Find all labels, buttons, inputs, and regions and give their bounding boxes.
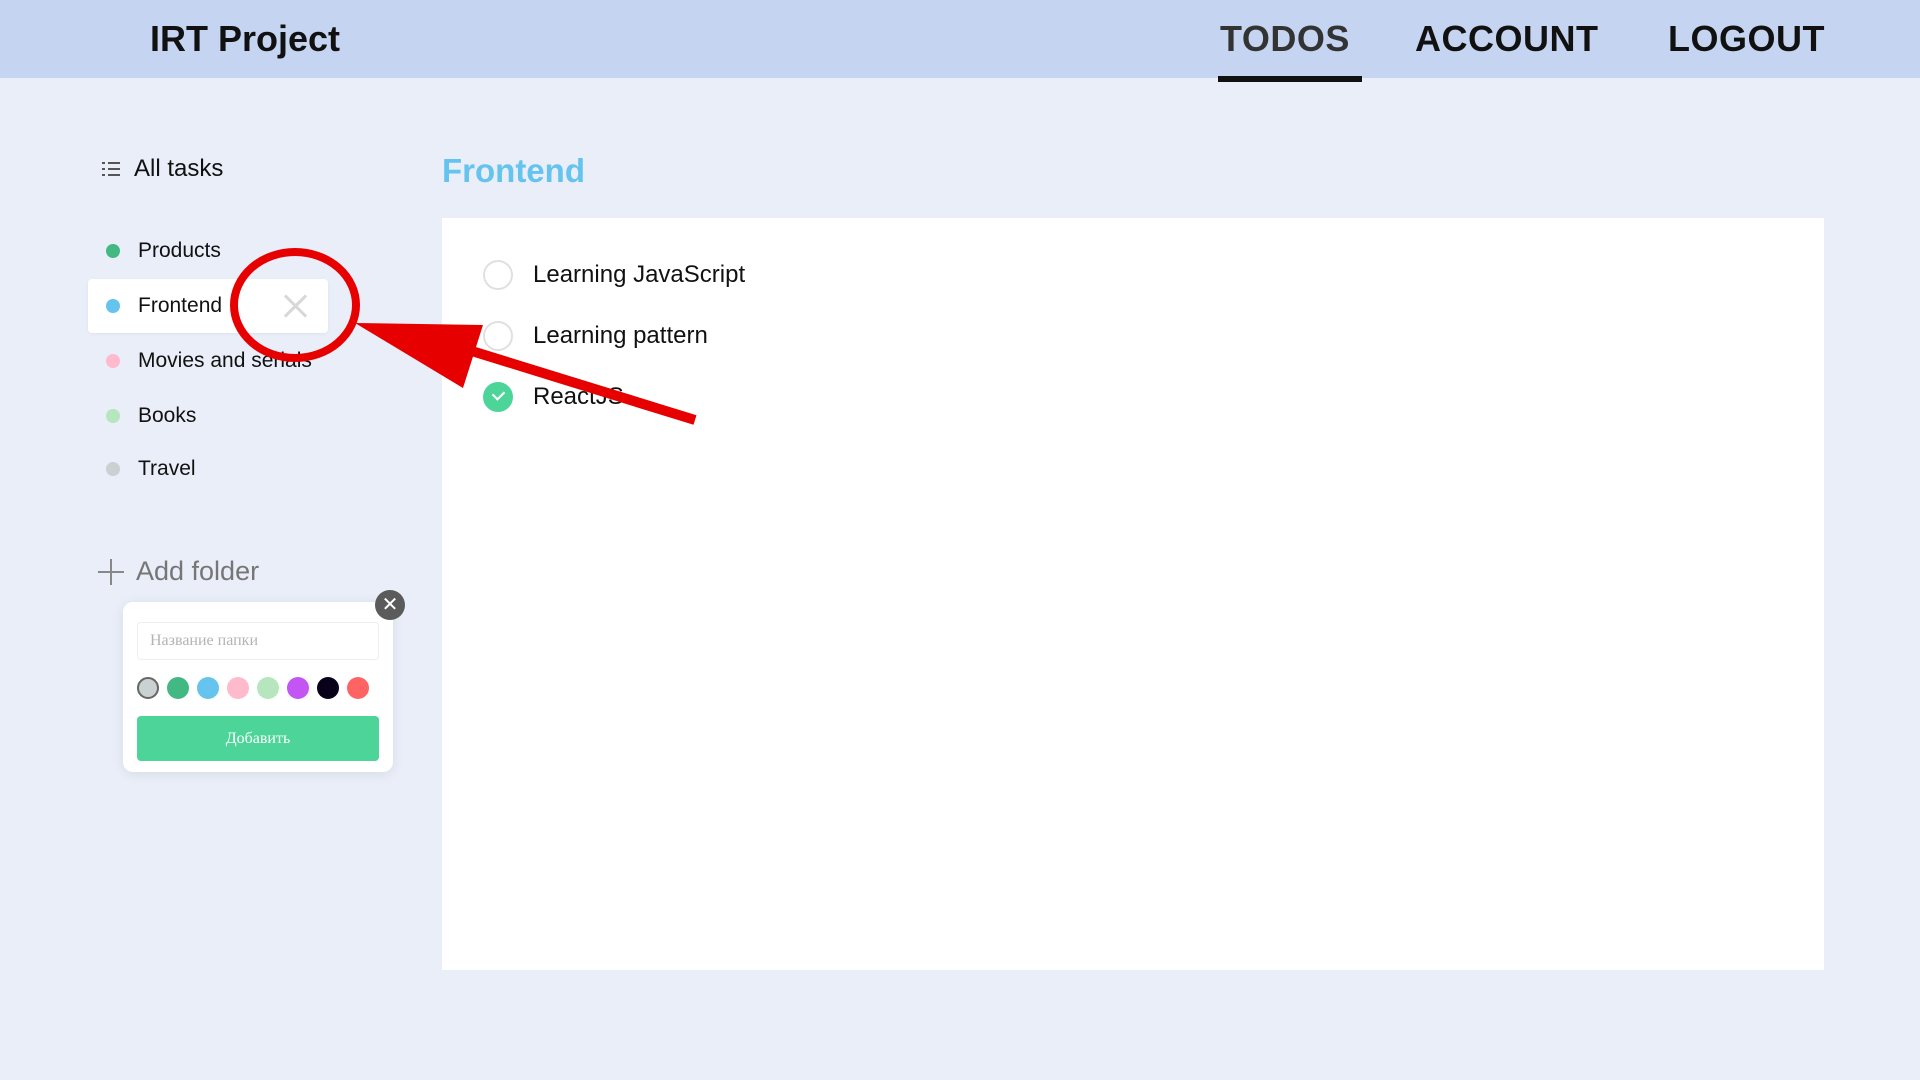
folder-label: Frontend bbox=[138, 294, 223, 317]
folder-label: Movies and serials bbox=[138, 349, 312, 372]
color-swatch-red[interactable] bbox=[347, 677, 369, 699]
delete-folder-icon[interactable] bbox=[282, 293, 308, 319]
color-swatch-pink[interactable] bbox=[227, 677, 249, 699]
sidebar-item-frontend[interactable]: Frontend bbox=[88, 279, 328, 333]
list-icon bbox=[102, 160, 122, 178]
sidebar-item-products[interactable]: Products bbox=[88, 224, 328, 278]
top-header: IRT Project TODOS ACCOUNT LOGOUT bbox=[0, 0, 1920, 82]
add-folder-label: Add folder bbox=[136, 556, 260, 586]
nav-logout[interactable]: LOGOUT bbox=[1668, 18, 1825, 60]
page-title: Frontend bbox=[442, 152, 585, 189]
color-swatch-green[interactable] bbox=[167, 677, 189, 699]
folder-label: Books bbox=[138, 404, 197, 427]
task-text: Learning JavaScript bbox=[533, 261, 746, 288]
sidebar-item-movies[interactable]: Movies and serials bbox=[88, 334, 328, 388]
app-brand: IRT Project bbox=[150, 18, 341, 59]
color-swatch-grey[interactable] bbox=[137, 677, 159, 699]
nav-account[interactable]: ACCOUNT bbox=[1415, 18, 1598, 60]
folder-label: Travel bbox=[138, 457, 196, 480]
color-swatch-light-green[interactable] bbox=[257, 677, 279, 699]
folder-color-dot bbox=[106, 462, 120, 476]
all-tasks-label: All tasks bbox=[134, 155, 224, 182]
folder-label: Products bbox=[138, 239, 221, 262]
color-swatch-black[interactable] bbox=[317, 677, 339, 699]
add-folder-button[interactable]: Add folder bbox=[98, 556, 259, 587]
plus-icon bbox=[98, 558, 124, 585]
nav-todos[interactable]: TODOS bbox=[1220, 18, 1350, 60]
close-popup-icon[interactable]: ✕ bbox=[375, 590, 405, 620]
color-swatch-purple[interactable] bbox=[287, 677, 309, 699]
folder-color-dot bbox=[106, 244, 120, 258]
task-item: ReactJS bbox=[483, 382, 624, 412]
all-tasks-link[interactable]: All tasks bbox=[102, 155, 223, 183]
task-checkbox[interactable] bbox=[483, 260, 513, 290]
color-swatch-blue[interactable] bbox=[197, 677, 219, 699]
task-checkbox[interactable] bbox=[483, 321, 513, 351]
folder-name-input[interactable] bbox=[137, 622, 379, 660]
folder-color-dot bbox=[106, 354, 120, 368]
color-swatches bbox=[137, 677, 369, 699]
task-checkbox-checked[interactable] bbox=[483, 382, 513, 412]
task-item: Learning pattern bbox=[483, 321, 708, 351]
task-item: Learning JavaScript bbox=[483, 260, 745, 290]
folder-color-dot bbox=[106, 299, 120, 313]
task-text: Learning pattern bbox=[533, 322, 708, 349]
add-folder-submit-button[interactable]: Добавить bbox=[137, 716, 379, 761]
sidebar-item-travel[interactable]: Travel bbox=[88, 442, 328, 496]
task-text: ReactJS bbox=[533, 383, 624, 410]
folder-color-dot bbox=[106, 409, 120, 423]
nav-active-indicator bbox=[1218, 76, 1362, 82]
add-folder-popup: Добавить bbox=[123, 602, 393, 772]
sidebar-item-books[interactable]: Books bbox=[88, 389, 328, 443]
